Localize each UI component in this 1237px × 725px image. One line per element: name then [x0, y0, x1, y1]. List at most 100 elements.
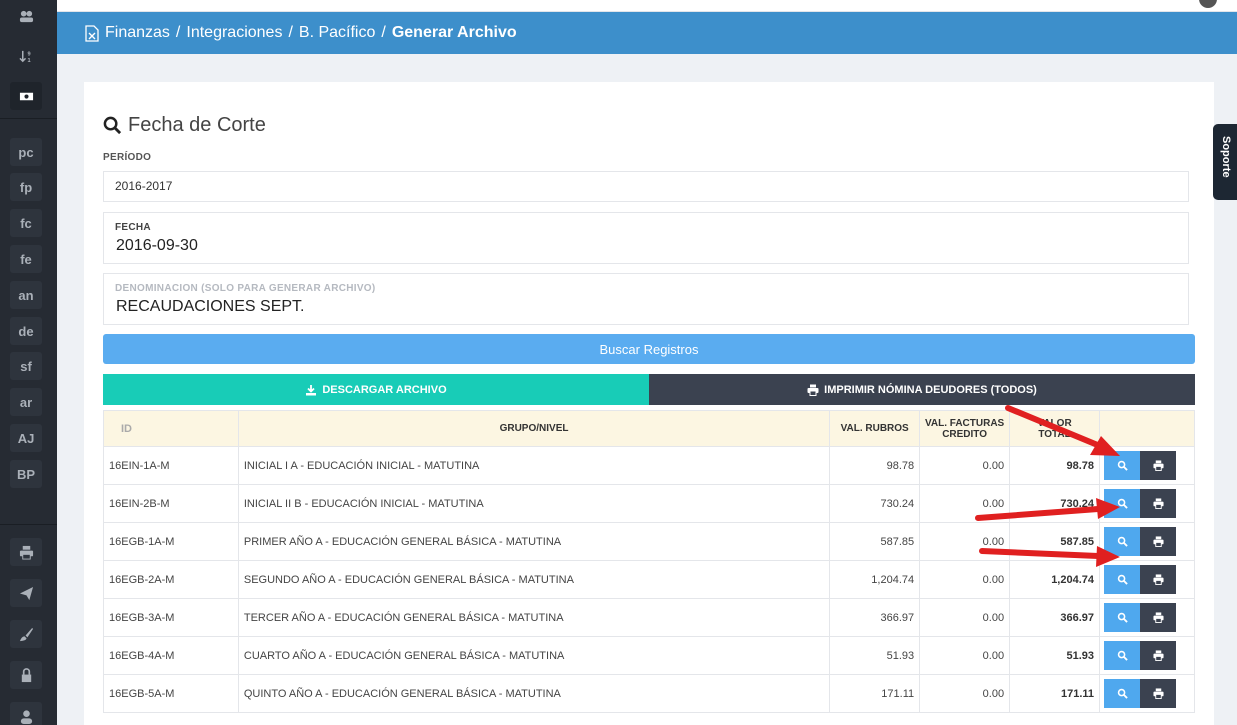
sidebar-item-pc[interactable]: pc: [10, 138, 42, 166]
cell-id: 16EGB-3A-M: [103, 598, 239, 637]
cell-valor-total: 51.93: [1009, 636, 1101, 675]
sidebar-item-ar[interactable]: ar: [10, 388, 42, 416]
cell-valor-total: 98.78: [1009, 446, 1101, 485]
print-row-button[interactable]: [1140, 527, 1177, 556]
print-row-button[interactable]: [1140, 451, 1177, 480]
cell-val-facturas: 0.00: [919, 446, 1011, 485]
col-header-val-rubros[interactable]: VAL. RUBROS: [829, 410, 921, 447]
view-detail-button[interactable]: [1104, 565, 1141, 594]
sidebar-item-fe[interactable]: fe: [10, 245, 42, 273]
lock-icon[interactable]: [10, 661, 42, 689]
cell-id: 16EGB-5A-M: [103, 674, 239, 713]
col-header-valor-total[interactable]: VALOR TOTAL: [1009, 410, 1101, 447]
col-header-grupo[interactable]: GRUPO/NIVEL: [237, 410, 831, 447]
cell-grupo: CUARTO AÑO A - EDUCACIÓN GENERAL BÁSICA …: [237, 636, 831, 675]
brush-icon[interactable]: [10, 620, 42, 648]
cell-actions: [1099, 674, 1195, 713]
periodo-value: 2016-2017: [115, 179, 173, 193]
periodo-field[interactable]: 2016-2017: [103, 171, 1189, 202]
user-avatar[interactable]: [1199, 0, 1217, 8]
view-detail-button[interactable]: [1104, 527, 1141, 556]
cell-id: 16EGB-4A-M: [103, 636, 239, 675]
view-detail-button[interactable]: [1104, 603, 1141, 632]
cell-val-rubros: 366.97: [829, 598, 921, 637]
breadcrumb-item-integraciones[interactable]: Integraciones: [186, 24, 282, 42]
sidebar-item-de[interactable]: de: [10, 317, 42, 345]
cell-valor-total: 587.85: [1009, 522, 1101, 561]
view-detail-button[interactable]: [1104, 451, 1141, 480]
print-icon: [1152, 688, 1164, 699]
soporte-tab[interactable]: Soporte: [1213, 124, 1237, 200]
print-icon[interactable]: [10, 538, 42, 566]
users-icon[interactable]: [10, 2, 42, 30]
cell-val-facturas: 0.00: [919, 636, 1011, 675]
print-row-button[interactable]: [1140, 679, 1177, 708]
cell-val-facturas: 0.00: [919, 522, 1011, 561]
buscar-registros-button[interactable]: Buscar Registros: [103, 334, 1195, 364]
sidebar-item-fc[interactable]: fc: [10, 209, 42, 237]
print-row-button[interactable]: [1140, 489, 1177, 518]
view-detail-button[interactable]: [1104, 489, 1141, 518]
main-card: Fecha de Corte PERÍODO 2016-2017 FECHA 2…: [84, 82, 1214, 725]
cell-grupo: SEGUNDO AÑO A - EDUCACIÓN GENERAL BÁSICA…: [237, 560, 831, 599]
sort-icon[interactable]: 91: [10, 42, 42, 70]
money-icon[interactable]: [10, 82, 42, 110]
sidebar-item-bp[interactable]: BP: [10, 460, 42, 488]
cell-id: 16EGB-2A-M: [103, 560, 239, 599]
search-icon: [103, 116, 122, 135]
cell-val-facturas: 0.00: [919, 484, 1011, 523]
cell-grupo: INICIAL II B - EDUCACIÓN INICIAL - MATUT…: [237, 484, 831, 523]
print-row-button[interactable]: [1140, 641, 1177, 670]
cell-val-facturas: 0.00: [919, 674, 1011, 713]
denominacion-field[interactable]: DENOMINACION (SOLO PARA GENERAR ARCHIVO)…: [103, 273, 1189, 325]
send-icon[interactable]: [10, 579, 42, 607]
top-strip: [57, 0, 1237, 12]
print-row-button[interactable]: [1140, 565, 1177, 594]
cell-grupo: QUINTO AÑO A - EDUCACIÓN GENERAL BÁSICA …: [237, 674, 831, 713]
excel-file-icon: [85, 24, 99, 42]
print-row-button[interactable]: [1140, 603, 1177, 632]
cell-valor-total: 730.24: [1009, 484, 1101, 523]
cell-val-rubros: 51.93: [829, 636, 921, 675]
table-row: 16EGB-5A-M QUINTO AÑO A - EDUCACIÓN GENER…: [103, 674, 1195, 713]
table-row: 16EIN-1A-M INICIAL I A - EDUCACIÓN INICIA…: [103, 446, 1195, 485]
cell-actions: [1099, 560, 1195, 599]
fecha-field[interactable]: FECHA 2016-09-30: [103, 212, 1189, 264]
print-icon: [1152, 574, 1164, 585]
breadcrumb: Finanzas / Integraciones / B. Pacífico /…: [57, 12, 1237, 54]
col-header-val-facturas[interactable]: VAL. FACTURAS CREDITO: [919, 410, 1011, 447]
imprimir-nomina-button[interactable]: IMPRIMIR NÓMINA DEUDORES (TODOS): [649, 374, 1195, 405]
user-icon[interactable]: [10, 702, 42, 725]
cell-valor-total: 171.11: [1009, 674, 1101, 713]
search-icon: [1117, 612, 1128, 623]
breadcrumb-item-bpacifico[interactable]: B. Pacífico: [299, 24, 375, 42]
sidebar-item-aj[interactable]: AJ: [10, 424, 42, 452]
view-detail-button[interactable]: [1104, 641, 1141, 670]
cell-val-rubros: 587.85: [829, 522, 921, 561]
cell-val-rubros: 98.78: [829, 446, 921, 485]
fecha-label: FECHA: [115, 222, 151, 233]
cell-id: 16EIN-1A-M: [103, 446, 239, 485]
denominacion-value: RECAUDACIONES SEPT.: [116, 298, 305, 315]
cell-val-rubros: 730.24: [829, 484, 921, 523]
table-row: 16EIN-2B-M INICIAL II B - EDUCACIÓN INICI…: [103, 484, 1195, 523]
table-row: 16EGB-4A-M CUARTO AÑO A - EDUCACIÓN GENER…: [103, 636, 1195, 675]
breadcrumb-separator: /: [381, 24, 386, 41]
table-row: 16EGB-3A-M TERCER AÑO A - EDUCACIÓN GENER…: [103, 598, 1195, 637]
cell-grupo: INICIAL I A - EDUCACIÓN INICIAL - MATUTI…: [237, 446, 831, 485]
col-header-id[interactable]: ID: [103, 410, 239, 447]
periodo-label: PERÍODO: [103, 152, 152, 163]
print-icon: [1152, 536, 1164, 547]
imprimir-nomina-label: IMPRIMIR NÓMINA DEUDORES (TODOS): [824, 383, 1037, 396]
descargar-archivo-button[interactable]: DESCARGAR ARCHIVO: [103, 374, 649, 405]
sidebar-item-fp[interactable]: fp: [10, 173, 42, 201]
search-icon: [1117, 498, 1128, 509]
table-header-row: ID GRUPO/NIVEL VAL. RUBROS VAL. FACTURAS…: [103, 410, 1195, 447]
breadcrumb-separator: /: [288, 24, 293, 41]
cell-val-facturas: 0.00: [919, 598, 1011, 637]
sidebar-item-sf[interactable]: sf: [10, 352, 42, 380]
view-detail-button[interactable]: [1104, 679, 1141, 708]
fecha-value: 2016-09-30: [116, 237, 198, 254]
sidebar-item-an[interactable]: an: [10, 281, 42, 309]
breadcrumb-item-finanzas[interactable]: Finanzas: [105, 24, 170, 42]
